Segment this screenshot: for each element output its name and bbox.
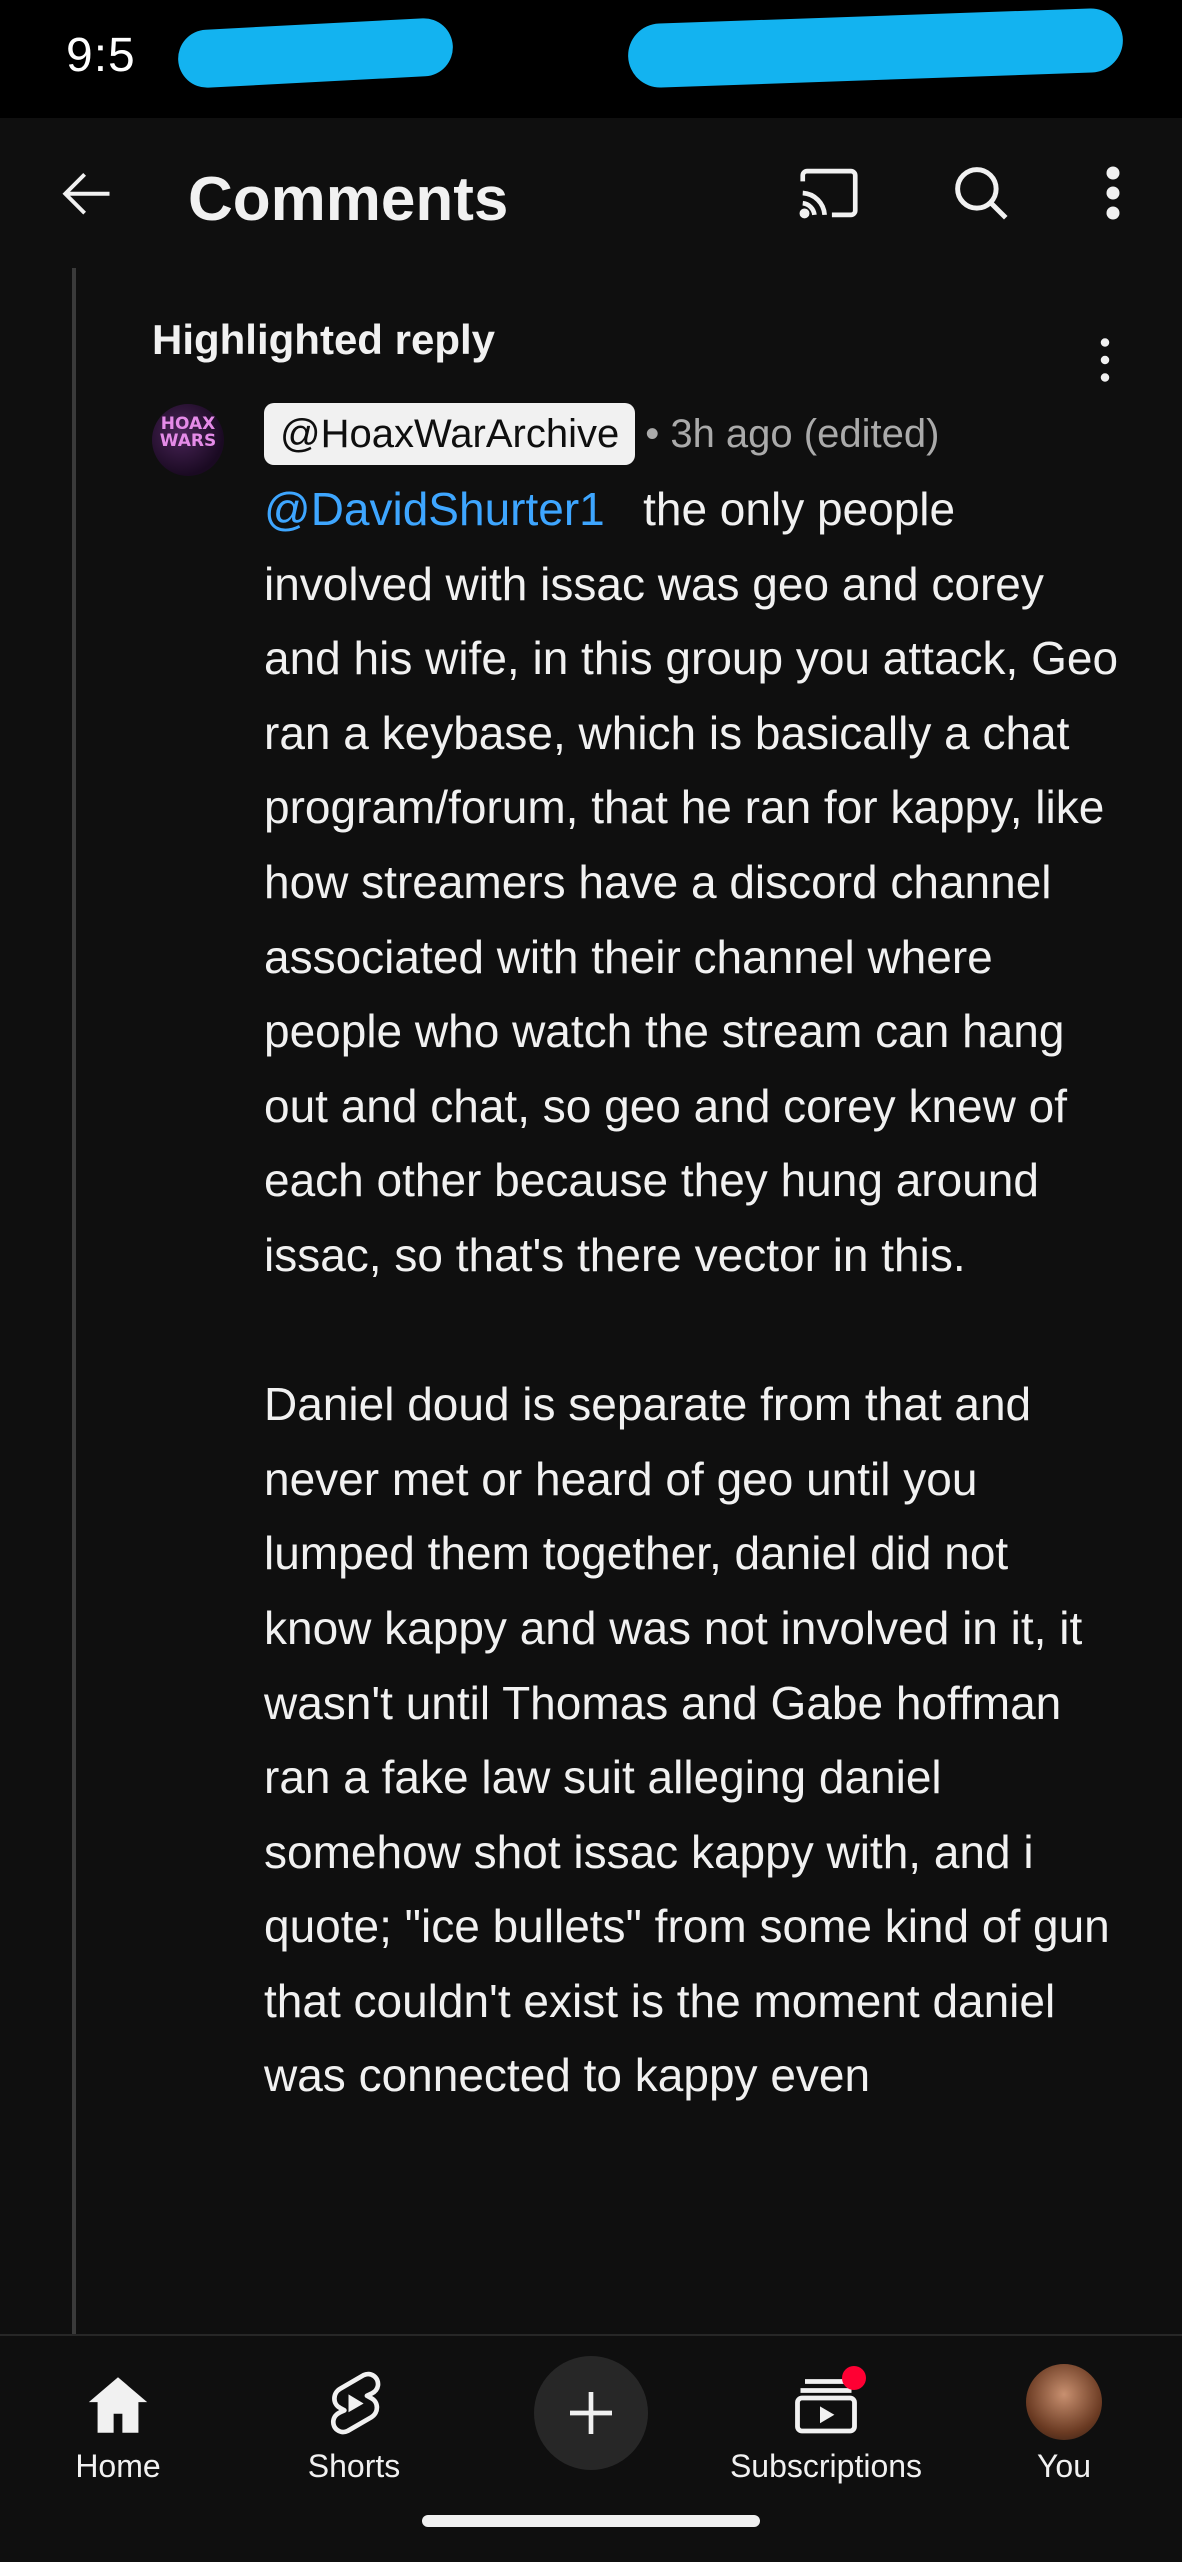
bottom-navigation: Home Shorts Subscriptions You [0,2334,1182,2562]
nav-shorts[interactable]: Shorts [244,2356,464,2485]
search-icon [955,167,1008,220]
user-avatar [1026,2364,1102,2440]
comment-text: @DavidShurter1 the only people involved … [264,472,1124,2113]
author-handle[interactable]: @HoaxWarArchive [264,403,636,465]
redaction-scribble-left [176,16,455,90]
nav-subscriptions[interactable]: Subscriptions [716,2356,936,2485]
home-icon [88,2377,148,2433]
page-title: Comments [188,165,509,234]
nav-home[interactable]: Home [8,2356,228,2485]
status-bar: 9:5 [0,0,1182,118]
comment-action-menu-button[interactable] [1085,330,1125,390]
more-vert-icon [1106,166,1120,220]
create-button[interactable] [534,2356,648,2470]
redaction-scribble-right [627,7,1124,89]
shorts-icon [331,2371,381,2435]
comment-timestamp: • 3h ago (edited) [645,411,940,456]
mention-link[interactable]: @DavidShurter1 [264,483,605,535]
nav-you[interactable]: You [954,2356,1174,2485]
commenter-avatar[interactable]: HOAX WARS [152,404,224,476]
nav-you-label: You [1037,2448,1091,2484]
search-button[interactable] [936,148,1026,238]
nav-shorts-label: Shorts [307,2448,401,2484]
highlighted-reply-label: Highlighted reply [152,316,496,363]
notification-dot [842,2366,866,2390]
more-vert-icon [1100,338,1110,382]
status-time: 9:5 [66,29,136,82]
back-button[interactable] [42,148,132,238]
thread-line [72,268,76,2334]
nav-subscriptions-label: Subscriptions [729,2448,923,2484]
plus-icon [570,2392,612,2434]
nav-home-label: Home [75,2448,161,2484]
avatar-logo-text: HOAX WARS [159,414,217,451]
more-options-button[interactable] [1068,148,1158,238]
home-indicator[interactable] [422,2515,760,2527]
app-header: Comments [0,118,1182,268]
cast-icon [799,168,858,219]
cast-button[interactable] [784,148,874,238]
comment-text-body: the only people involved with issac was … [264,483,1119,2102]
back-arrow-icon [62,173,110,215]
comment-meta: @HoaxWarArchive • 3h ago (edited) [264,402,939,466]
